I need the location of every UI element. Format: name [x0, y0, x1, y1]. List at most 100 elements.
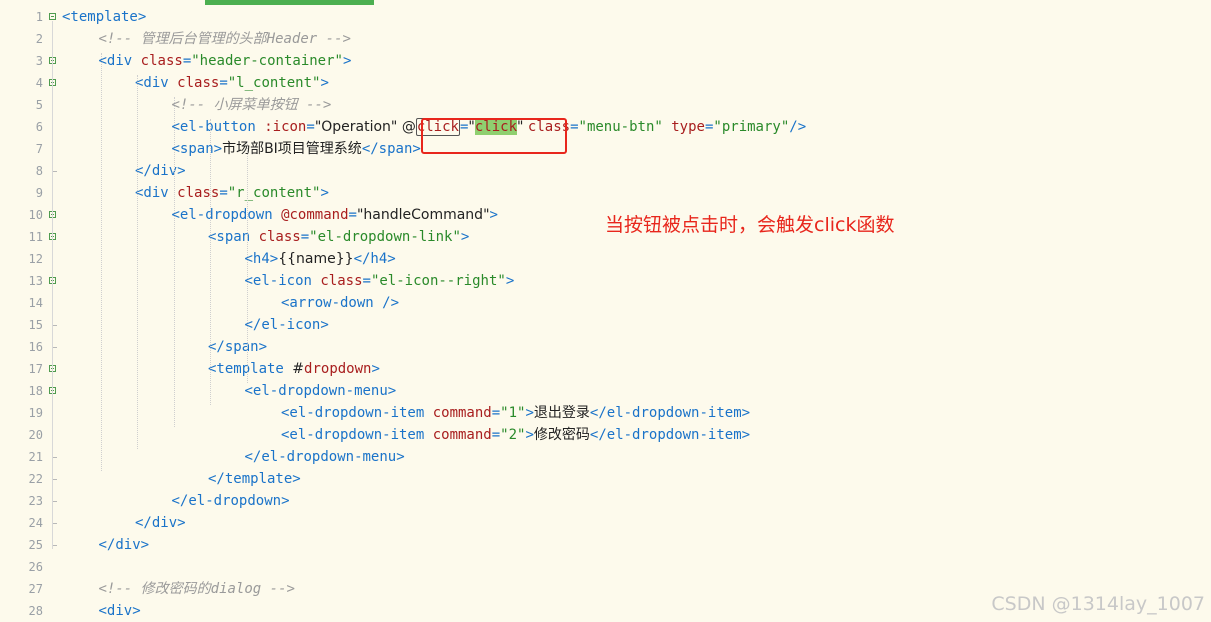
line-number: 1	[35, 10, 43, 24]
line-number: 9	[35, 186, 43, 200]
line-number: 28	[28, 604, 43, 618]
code-token: <div	[98, 53, 141, 69]
line-number: 6	[35, 120, 43, 134]
line-number: 23	[28, 494, 43, 508]
code-token: <div	[135, 75, 178, 91]
code-token: <span	[208, 229, 259, 245]
fold-toggle-icon[interactable]	[49, 13, 56, 20]
code-line[interactable]: <span>市场部BI项目管理系统</span>	[172, 138, 421, 160]
code-token: 退出登录	[533, 405, 590, 421]
code-token: {{name}}	[278, 251, 354, 267]
code-line[interactable]: <div>	[99, 600, 141, 622]
code-token: "handleCommand"	[356, 207, 490, 223]
code-token: class	[177, 75, 220, 91]
line-number: 20	[28, 428, 43, 442]
code-token: >	[525, 405, 534, 421]
code-token: =	[491, 427, 501, 443]
code-line[interactable]: </template>	[208, 468, 301, 490]
code-token: >	[505, 273, 515, 289]
code-token: />	[789, 119, 807, 135]
line-number: 17	[28, 362, 43, 376]
code-token: =	[348, 207, 357, 223]
line-number: 2	[35, 32, 43, 46]
line-number: 24	[28, 516, 43, 530]
code-line[interactable]: </div>	[135, 512, 186, 534]
code-token: 市场部BI项目管理系统	[222, 141, 362, 157]
code-line[interactable]: <el-dropdown @command="handleCommand">	[172, 204, 498, 226]
code-token: <el-dropdown	[171, 207, 282, 223]
code-line[interactable]: </span>	[208, 336, 267, 358]
code-token: <el-dropdown-menu>	[244, 383, 397, 399]
code-token: =	[362, 273, 371, 289]
top-accent-bar	[205, 0, 374, 5]
code-token: <!-- 小屏菜单按钮 -->	[171, 97, 332, 113]
code-line[interactable]: <div class="header-container">	[99, 50, 352, 72]
line-number: 21	[28, 450, 43, 464]
code-token: @command	[281, 207, 349, 223]
line-number: 11	[28, 230, 43, 244]
line-number: 13	[28, 274, 43, 288]
code-line[interactable]: <el-dropdown-item command="1">退出登录</el-d…	[281, 402, 750, 424]
code-line[interactable]: <arrow-down />	[281, 292, 399, 314]
line-number: 4	[35, 76, 43, 90]
code-token: =	[306, 119, 315, 135]
code-token: >	[489, 207, 498, 223]
code-line[interactable]: <div class="r_content">	[135, 182, 329, 204]
code-token: <span>	[171, 141, 223, 157]
line-number: 5	[35, 98, 43, 112]
code-token: <el-dropdown-item	[281, 405, 433, 421]
code-token: class	[140, 53, 183, 69]
code-token: "l_content"	[227, 75, 321, 91]
code-line[interactable]: <!-- 小屏菜单按钮 -->	[172, 94, 332, 116]
code-line[interactable]: <template #dropdown>	[208, 358, 380, 380]
code-token: </span>	[208, 339, 268, 355]
code-line[interactable]: </el-dropdown>	[172, 490, 290, 512]
code-token: type	[671, 119, 705, 135]
code-token: <!-- 管理后台管理的头部Header -->	[98, 31, 351, 47]
code-token: "el-icon--right"	[370, 273, 506, 289]
indent-guide	[137, 75, 138, 449]
highlight-box	[421, 118, 567, 154]
code-line[interactable]: <template>	[62, 6, 146, 28]
code-token: >	[342, 53, 352, 69]
code-token: class	[320, 273, 363, 289]
code-token: <h4>	[244, 251, 279, 267]
line-number: 3	[35, 54, 43, 68]
code-token: =	[300, 229, 310, 245]
code-line[interactable]: <el-icon class="el-icon--right">	[245, 270, 515, 292]
indent-guide	[210, 119, 211, 405]
code-token: >	[525, 427, 534, 443]
code-line[interactable]: </div>	[99, 534, 150, 556]
line-number: 16	[28, 340, 43, 354]
code-token: <!-- 修改密码的dialog -->	[98, 581, 295, 597]
code-token: class	[177, 185, 220, 201]
line-number: 8	[35, 164, 43, 178]
code-line[interactable]: </el-icon>	[245, 314, 329, 336]
code-token: <el-button	[171, 119, 265, 135]
code-line[interactable]: </div>	[135, 160, 186, 182]
code-line[interactable]: <!-- 管理后台管理的头部Header -->	[99, 28, 351, 50]
code-token: >	[460, 229, 470, 245]
code-token: </el-dropdown>	[171, 493, 290, 509]
code-line[interactable]: <div class="l_content">	[135, 72, 329, 94]
code-token: >	[320, 75, 329, 91]
code-token: #	[292, 361, 305, 377]
code-line[interactable]: <el-dropdown-menu>	[245, 380, 397, 402]
code-token: 修改密码	[533, 427, 590, 443]
code-line[interactable]: <h4>{{name}}</h4>	[245, 248, 396, 270]
code-token: "menu-btn"	[578, 119, 663, 135]
code-line[interactable]: </el-dropdown-menu>	[245, 446, 405, 468]
annotation-text: 当按钮被点击时，会触发click函数	[605, 214, 895, 236]
indent-guide	[246, 141, 248, 383]
csdn-watermark: CSDN @1314lay_1007	[991, 593, 1205, 615]
code-line[interactable]: <!-- 修改密码的dialog -->	[99, 578, 295, 600]
code-token: </el-icon>	[244, 317, 329, 333]
code-token: "Operation" @	[314, 119, 416, 135]
code-token: =	[182, 53, 192, 69]
line-number: 26	[28, 560, 43, 574]
code-line[interactable]: <el-dropdown-item command="2">修改密码</el-d…	[281, 424, 750, 446]
line-number: 14	[28, 296, 43, 310]
code-token: </div>	[135, 515, 186, 531]
code-token: </template>	[208, 471, 301, 487]
